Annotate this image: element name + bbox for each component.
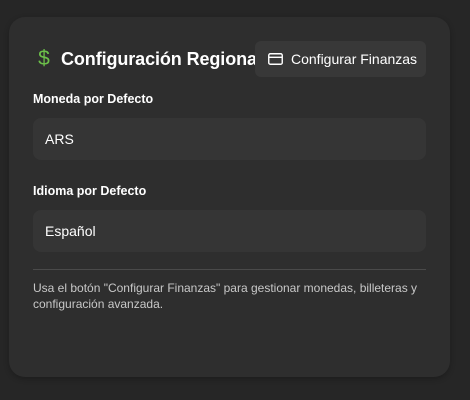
credit-card-icon: [268, 53, 283, 65]
dollar-icon: $: [38, 47, 50, 70]
configure-finances-label: Configurar Finanzas: [291, 51, 418, 67]
currency-value: ARS: [45, 131, 74, 147]
divider: [33, 269, 426, 270]
currency-label: Moneda por Defecto: [33, 92, 154, 106]
currency-select[interactable]: ARS: [33, 118, 426, 160]
card-title: Configuración Regional: [61, 48, 262, 69]
language-label: Idioma por Defecto: [33, 184, 147, 198]
configure-finances-button[interactable]: Configurar Finanzas: [255, 41, 426, 77]
language-value: Español: [45, 223, 96, 239]
language-select[interactable]: Español: [33, 210, 426, 252]
help-text: Usa el botón "Configurar Finanzas" para …: [33, 281, 418, 311]
